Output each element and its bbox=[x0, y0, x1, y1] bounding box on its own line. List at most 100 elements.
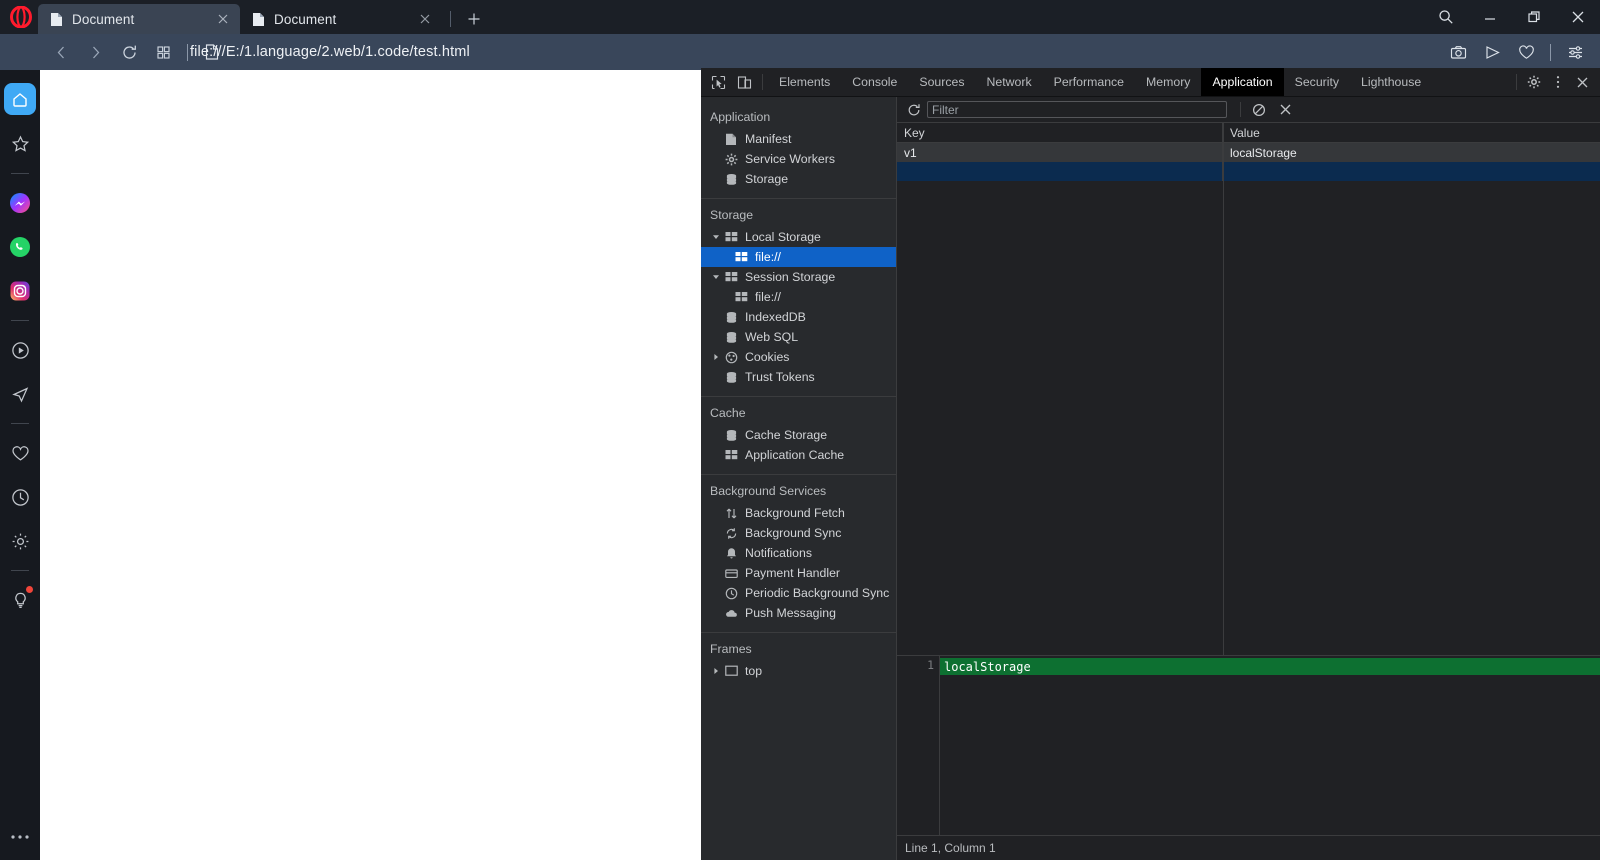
page-viewport[interactable] bbox=[40, 70, 701, 860]
devtools-tab-performance[interactable]: Performance bbox=[1043, 68, 1135, 96]
nav-separator bbox=[1550, 43, 1551, 61]
inspect-element-icon[interactable] bbox=[705, 69, 731, 95]
tree-group-frames: Frames bbox=[710, 642, 752, 656]
preview-line[interactable]: localStorage bbox=[940, 658, 1600, 675]
cookie-icon bbox=[723, 351, 739, 364]
chevron-down-icon[interactable] bbox=[711, 233, 721, 241]
sidebar-item-favorites[interactable] bbox=[0, 431, 40, 475]
tree-item-push-messaging[interactable]: Push Messaging bbox=[701, 603, 896, 623]
heart-icon[interactable] bbox=[1509, 34, 1543, 70]
column-header-value[interactable]: Value bbox=[1223, 123, 1600, 142]
sidebar-item-speeddial[interactable] bbox=[0, 122, 40, 166]
cell-key[interactable]: v1 bbox=[897, 143, 1223, 162]
cell-value[interactable] bbox=[1223, 162, 1600, 181]
chevron-down-icon[interactable] bbox=[711, 273, 721, 281]
sliders-icon[interactable] bbox=[1558, 34, 1592, 70]
minimize-icon[interactable] bbox=[1468, 0, 1512, 34]
sidebar-item-messenger[interactable] bbox=[0, 181, 40, 225]
reload-icon[interactable] bbox=[112, 34, 146, 70]
devtools-tab-application[interactable]: Application bbox=[1201, 68, 1284, 96]
tree-item-cache-storage[interactable]: Cache Storage bbox=[701, 425, 896, 445]
sidebar-item-tips[interactable] bbox=[0, 578, 40, 622]
sidebar-item-home[interactable] bbox=[0, 78, 40, 122]
chevron-right-icon[interactable] bbox=[711, 667, 721, 675]
devtools-tab-elements[interactable]: Elements bbox=[768, 68, 841, 96]
sidebar-item-player[interactable] bbox=[0, 328, 40, 372]
tree-item-manifest[interactable]: Manifest bbox=[701, 129, 896, 149]
tree-item-label: Cache Storage bbox=[745, 428, 828, 442]
send-icon[interactable] bbox=[1475, 34, 1509, 70]
devtools-tab-sources[interactable]: Sources bbox=[908, 68, 975, 96]
delete-selected-icon[interactable] bbox=[1272, 97, 1298, 122]
tree-item-indexeddb[interactable]: IndexedDB bbox=[701, 307, 896, 327]
sidebar-more-button[interactable] bbox=[0, 822, 40, 852]
tree-item-local-storage-file[interactable]: file:// bbox=[701, 247, 896, 267]
more-vertical-icon[interactable] bbox=[1546, 69, 1570, 95]
search-icon[interactable] bbox=[1424, 0, 1468, 34]
tree-item-local-storage[interactable]: Local Storage bbox=[701, 227, 896, 247]
tree-item-web-sql[interactable]: Web SQL bbox=[701, 327, 896, 347]
devtools-tab-lighthouse[interactable]: Lighthouse bbox=[1350, 68, 1432, 96]
tab-close-icon[interactable] bbox=[210, 6, 236, 32]
sidebar-item-history[interactable] bbox=[0, 475, 40, 519]
restore-icon[interactable] bbox=[1512, 0, 1556, 34]
tree-item-payment-handler[interactable]: Payment Handler bbox=[701, 563, 896, 583]
preview-gutter: 1 bbox=[897, 656, 940, 836]
tree-item-cookies[interactable]: Cookies bbox=[701, 347, 896, 367]
tree-item-session-storage[interactable]: Session Storage bbox=[701, 267, 896, 287]
tree-item-label: Local Storage bbox=[745, 230, 821, 244]
tree-item-service-workers[interactable]: Service Workers bbox=[701, 149, 896, 169]
back-icon[interactable] bbox=[44, 34, 78, 70]
tab-document-2[interactable]: Document bbox=[240, 4, 442, 34]
sidebar-item-whatsapp[interactable] bbox=[0, 225, 40, 269]
tree-item-storage[interactable]: Storage bbox=[701, 169, 896, 189]
device-toolbar-icon[interactable] bbox=[731, 69, 757, 95]
tree-item-background-fetch[interactable]: Background Fetch bbox=[701, 503, 896, 523]
table-row[interactable]: v1 localStorage bbox=[897, 143, 1600, 162]
tree-item-label: Service Workers bbox=[745, 152, 835, 166]
table-row[interactable] bbox=[897, 162, 1600, 181]
application-tree[interactable]: Application Manifest Service Workers Sto… bbox=[701, 97, 897, 860]
table-empty-area bbox=[897, 123, 1600, 655]
sidebar-item-telegram[interactable] bbox=[0, 372, 40, 416]
tree-item-notifications[interactable]: Notifications bbox=[701, 543, 896, 563]
tab-grid-icon[interactable] bbox=[146, 34, 180, 70]
forward-icon[interactable] bbox=[78, 34, 112, 70]
sidebar-item-settings[interactable] bbox=[0, 519, 40, 563]
devtools-tab-memory[interactable]: Memory bbox=[1135, 68, 1201, 96]
tree-item-application-cache[interactable]: Application Cache bbox=[701, 445, 896, 465]
tree-item-session-storage-file[interactable]: file:// bbox=[701, 287, 896, 307]
tree-item-periodic-background-sync[interactable]: Periodic Background Sync bbox=[701, 583, 896, 603]
devtools-tab-console[interactable]: Console bbox=[841, 68, 908, 96]
line-number: 1 bbox=[927, 658, 934, 672]
filter-input[interactable] bbox=[927, 101, 1227, 118]
devtools-tab-network[interactable]: Network bbox=[976, 68, 1043, 96]
tab-document-1[interactable]: Document bbox=[38, 4, 240, 34]
tree-item-trust-tokens[interactable]: Trust Tokens bbox=[701, 367, 896, 387]
nav-right-actions bbox=[1441, 34, 1592, 70]
close-icon[interactable] bbox=[1556, 0, 1600, 34]
tree-item-top-frame[interactable]: top bbox=[701, 661, 896, 681]
tab-title: Document bbox=[274, 11, 337, 27]
devtools-tab-separator bbox=[762, 74, 763, 90]
storage-key-value-table[interactable]: Key Value v1 localStorage bbox=[897, 123, 1600, 655]
cell-key[interactable] bbox=[897, 162, 1223, 181]
tree-item-label: Session Storage bbox=[745, 270, 836, 284]
tree-item-background-sync[interactable]: Background Sync bbox=[701, 523, 896, 543]
clear-all-icon[interactable] bbox=[1246, 97, 1272, 122]
refresh-icon[interactable] bbox=[901, 97, 927, 122]
column-header-key[interactable]: Key bbox=[897, 123, 1223, 142]
tab-close-icon[interactable] bbox=[412, 6, 438, 32]
gear-icon[interactable] bbox=[1522, 69, 1546, 95]
cell-value[interactable]: localStorage bbox=[1223, 143, 1600, 162]
new-tab-button[interactable] bbox=[459, 4, 489, 34]
camera-icon[interactable] bbox=[1441, 34, 1475, 70]
tree-item-label: Storage bbox=[745, 172, 789, 186]
messenger-icon bbox=[9, 192, 31, 214]
devtools-tab-security[interactable]: Security bbox=[1284, 68, 1350, 96]
sidebar-item-instagram[interactable] bbox=[0, 269, 40, 313]
devtools-close-icon[interactable] bbox=[1570, 69, 1594, 95]
value-preview-panel[interactable]: 1 localStorage bbox=[897, 655, 1600, 836]
chevron-right-icon[interactable] bbox=[711, 353, 721, 361]
address-bar[interactable]: file:///E:/1.language/2.web/1.code/test.… bbox=[190, 34, 470, 70]
